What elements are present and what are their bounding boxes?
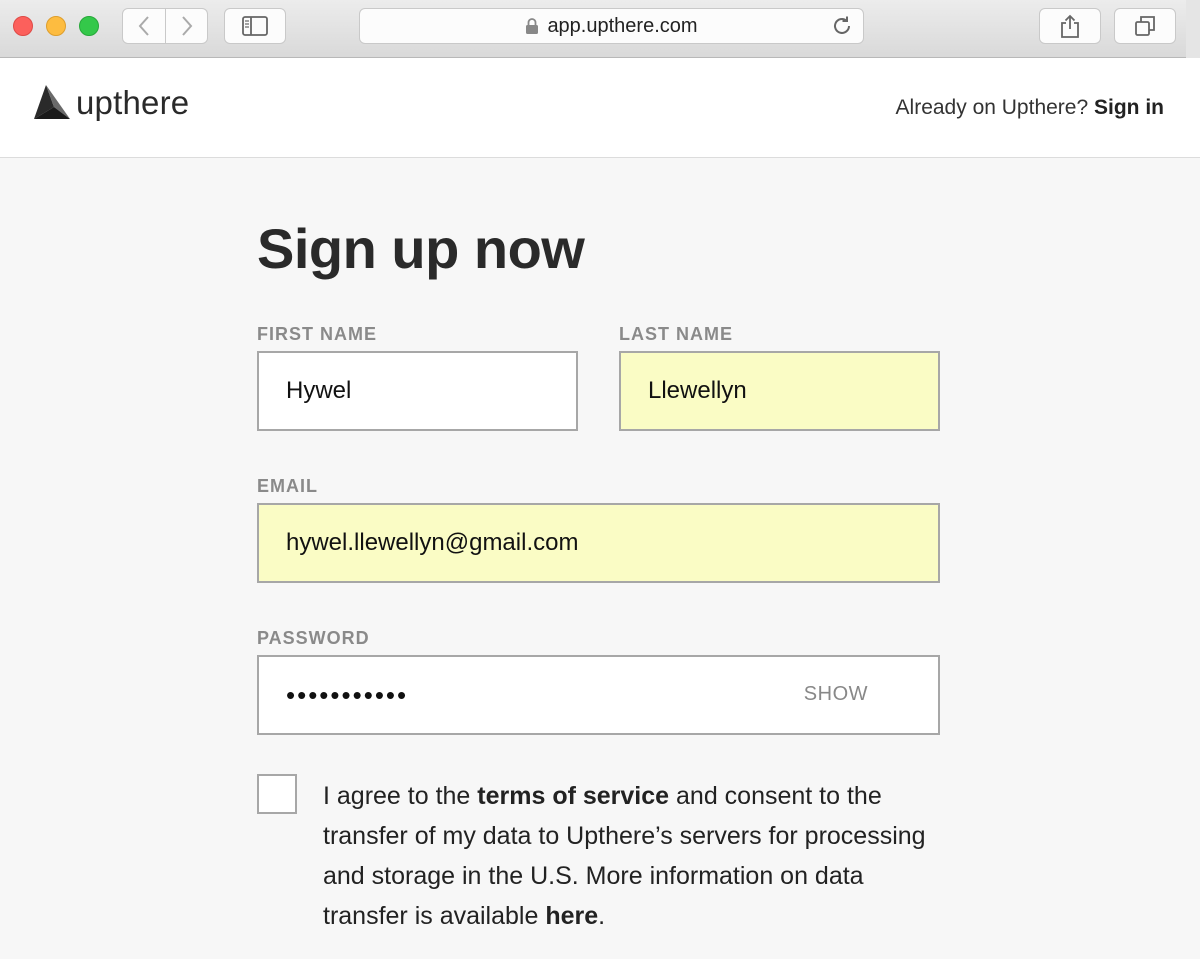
first-name-label: FIRST NAME	[257, 324, 377, 344]
data-transfer-here-link[interactable]: here	[545, 902, 598, 930]
browser-toolbar: app.upthere.com	[0, 0, 1200, 58]
first-name-field[interactable]: Hywel	[257, 351, 578, 431]
forward-button[interactable]	[166, 8, 208, 44]
password-field[interactable]: ••••••••••• SHOW	[257, 655, 940, 735]
sidebar-icon	[242, 16, 268, 36]
signin-link[interactable]: Sign in	[1094, 96, 1164, 119]
zoom-window-button[interactable]	[79, 16, 99, 36]
reload-icon[interactable]	[831, 15, 853, 37]
last-name-field[interactable]: Llewellyn	[619, 351, 940, 431]
chevron-left-icon	[138, 16, 149, 36]
minimize-window-button[interactable]	[46, 16, 66, 36]
signin-prompt-text: Already on Upthere?	[895, 96, 1089, 119]
password-value: •••••••••••	[286, 679, 409, 710]
last-name-label: LAST NAME	[619, 324, 733, 344]
page-title: Sign up now	[257, 217, 585, 280]
email-value: hywel.llewellyn@gmail.com	[286, 529, 579, 556]
password-label: PASSWORD	[257, 628, 370, 648]
show-tabs-button[interactable]	[1114, 8, 1176, 44]
tabs-icon	[1135, 16, 1155, 36]
upthere-logo[interactable]: upthere	[32, 84, 189, 122]
share-button[interactable]	[1039, 8, 1101, 44]
show-password-button[interactable]: SHOW	[804, 683, 868, 706]
share-icon	[1061, 14, 1079, 38]
lock-icon	[526, 18, 539, 34]
consent-text-1: I agree to the	[323, 782, 471, 810]
email-field[interactable]: hywel.llewellyn@gmail.com	[257, 503, 940, 583]
sidebar-toggle-button[interactable]	[224, 8, 286, 44]
last-name-value: Llewellyn	[648, 377, 747, 404]
chevron-right-icon	[181, 16, 192, 36]
signin-prompt: Already on Upthere? Sign in	[896, 96, 1164, 120]
terms-of-service-link[interactable]: terms of service	[477, 782, 669, 810]
logo-text: upthere	[76, 84, 190, 121]
address-bar[interactable]: app.upthere.com	[359, 8, 864, 44]
upthere-logo-icon	[34, 85, 70, 119]
consent-text-3: .	[598, 902, 606, 930]
site-header: upthere Already on Upthere? Sign in	[0, 58, 1200, 158]
url-text: app.upthere.com	[547, 14, 698, 37]
close-window-button[interactable]	[13, 16, 33, 36]
email-label: EMAIL	[257, 476, 318, 496]
consent-text: I agree to the terms of service and cons…	[323, 776, 943, 936]
consent-checkbox[interactable]	[257, 774, 297, 814]
window-edge	[1186, 0, 1200, 58]
first-name-value: Hywel	[286, 377, 352, 404]
back-button[interactable]	[122, 8, 166, 44]
